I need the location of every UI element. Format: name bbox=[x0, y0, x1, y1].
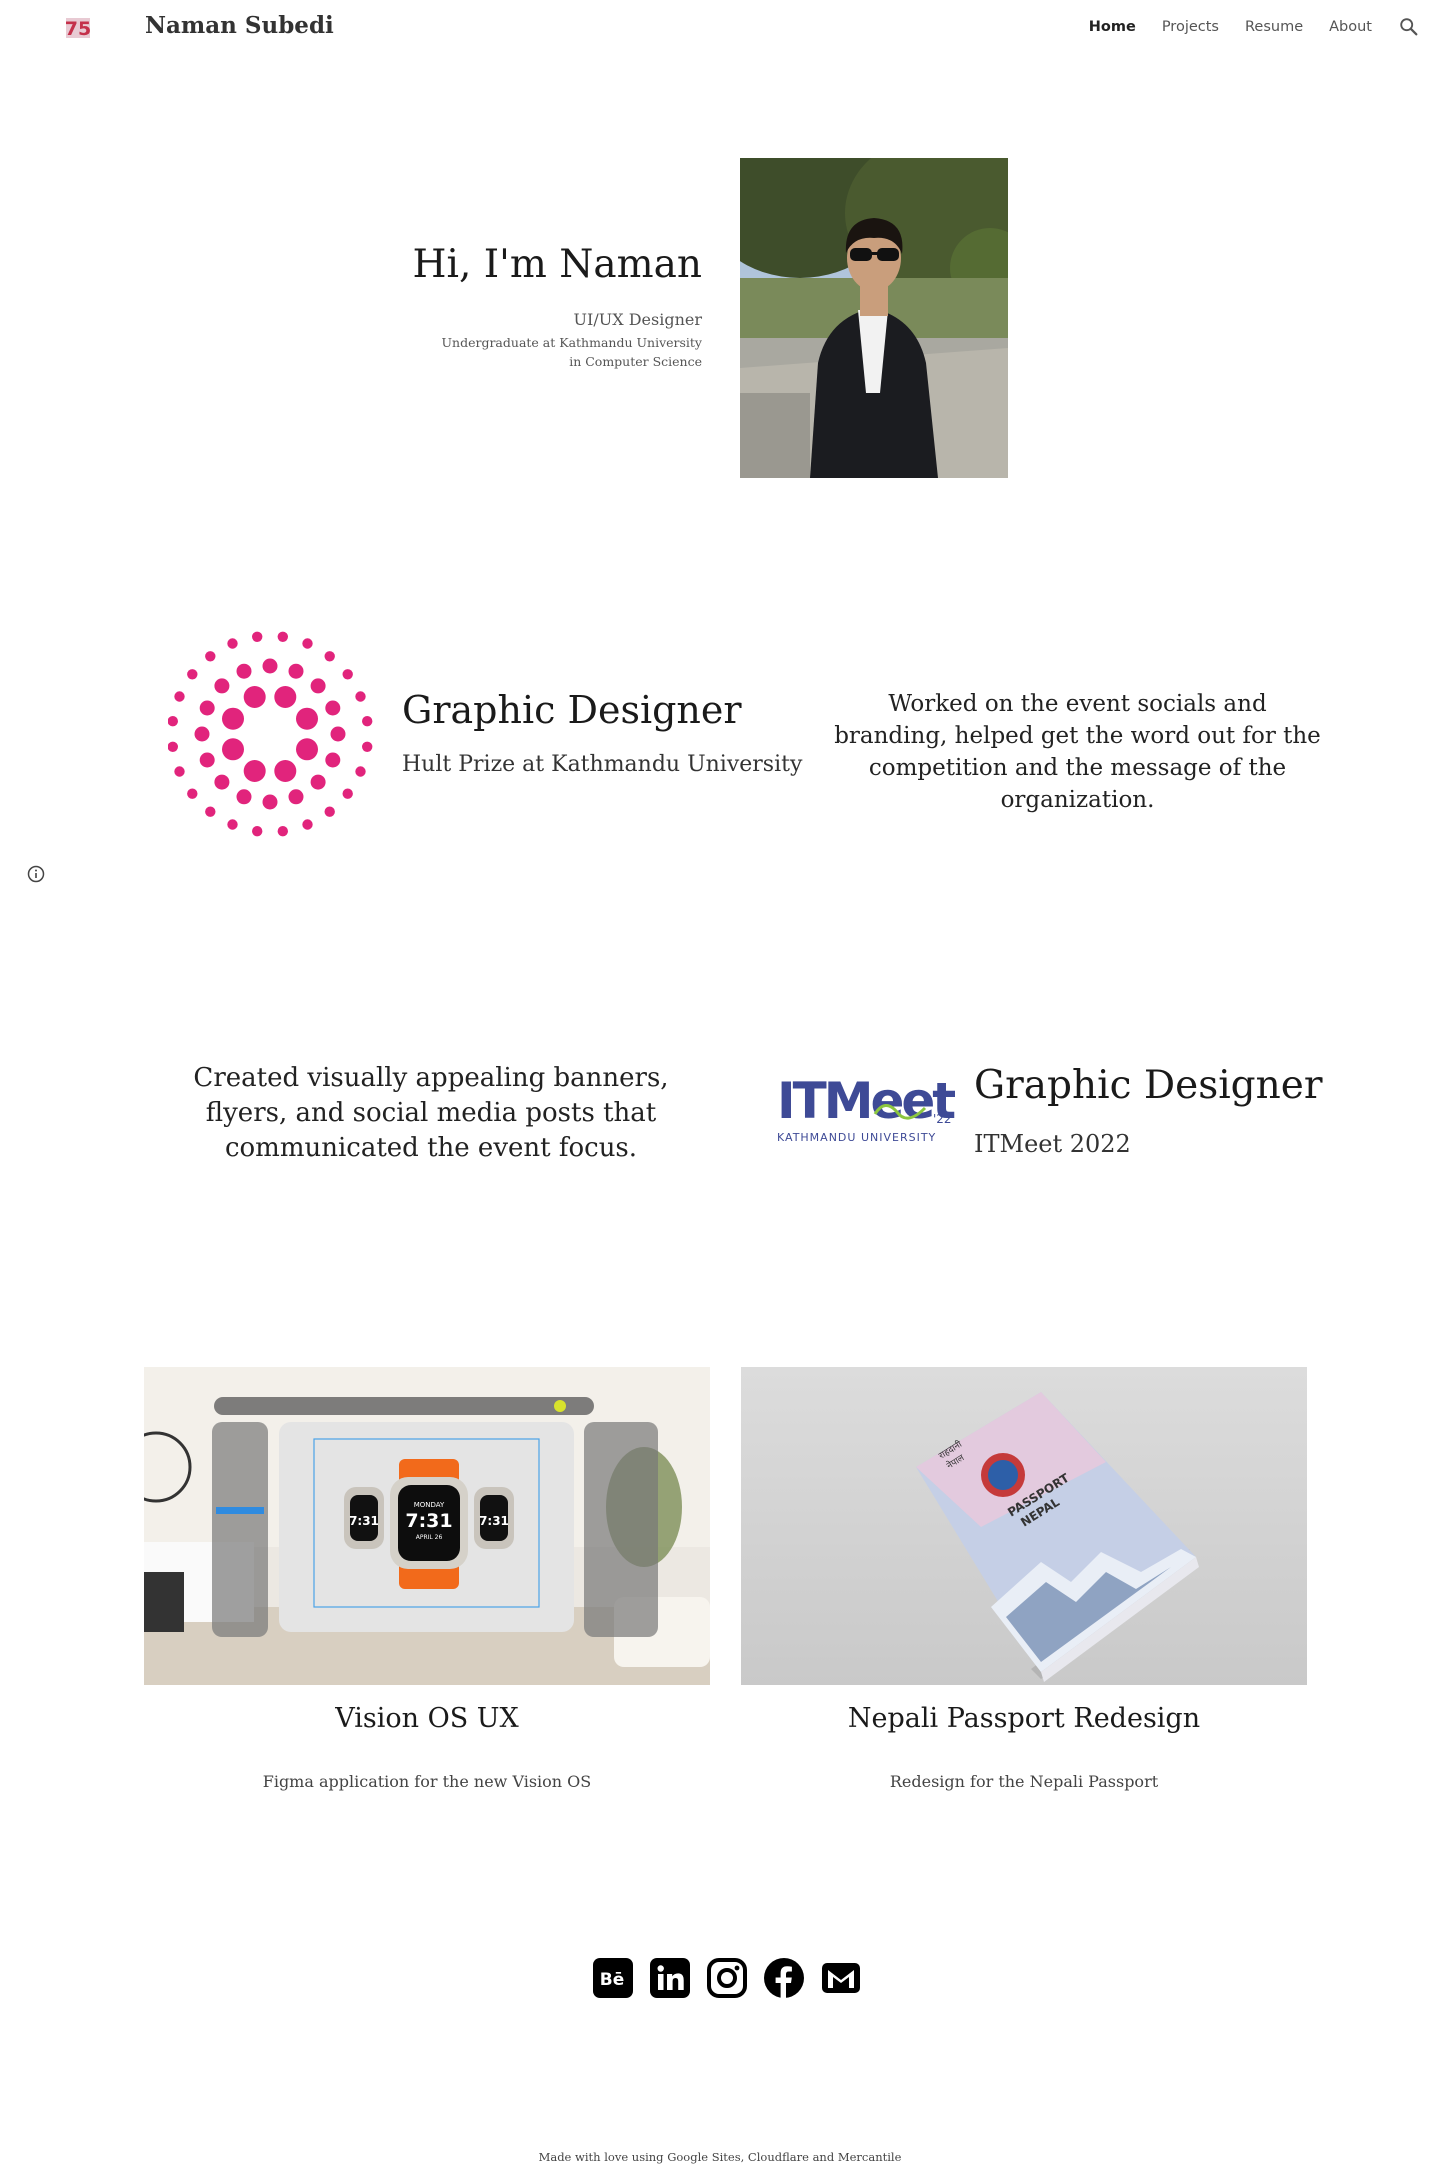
logo-text: 75 bbox=[65, 18, 91, 40]
watch-time-left: 7:31 bbox=[349, 1514, 379, 1528]
project-title-passport[interactable]: Nepali Passport Redesign bbox=[741, 1703, 1307, 1734]
site-header: 75 Naman Subedi Home Projects Resume Abo… bbox=[0, 0, 1440, 56]
project-title-vision-os[interactable]: Vision OS UX bbox=[144, 1703, 710, 1734]
watch-time: 7:31 bbox=[405, 1510, 452, 1532]
hero-subtitle: Undergraduate at Kathmandu University in… bbox=[441, 335, 703, 369]
watch-day: MONDAY bbox=[414, 1501, 445, 1509]
hult-role-title: Graphic Designer bbox=[402, 688, 742, 732]
facebook-icon[interactable] bbox=[763, 1957, 805, 1999]
main-nav: Home Projects Resume About bbox=[1089, 16, 1420, 38]
itmeet-logo-year: '22 bbox=[933, 1112, 952, 1126]
itmeet-logo: ITMeet '22 KATHMANDU UNIVERSITY bbox=[777, 1072, 955, 1144]
itmeet-logo-sub: KATHMANDU UNIVERSITY bbox=[777, 1131, 936, 1144]
watch-date: APRIL 26 bbox=[416, 1534, 443, 1541]
nav-about[interactable]: About bbox=[1329, 19, 1372, 35]
itmeet-description: Created visually appealing banners, flye… bbox=[193, 1063, 669, 1163]
nav-projects[interactable]: Projects bbox=[1162, 19, 1219, 35]
linkedin-icon[interactable] bbox=[649, 1957, 691, 1999]
project-desc-vision-os: Figma application for the new Vision OS bbox=[262, 1772, 592, 1791]
nav-resume[interactable]: Resume bbox=[1245, 19, 1303, 35]
hult-prize-logo bbox=[168, 631, 373, 837]
search-icon[interactable] bbox=[1398, 16, 1420, 38]
project-desc-passport: Redesign for the Nepali Passport bbox=[889, 1772, 1159, 1791]
svg-text:Bē: Bē bbox=[600, 1970, 625, 1990]
site-title[interactable]: Naman Subedi bbox=[145, 12, 334, 39]
passport-image[interactable]: PASSPORT NEPAL राहदानी नेपाल bbox=[741, 1367, 1307, 1685]
gmail-icon[interactable] bbox=[820, 1957, 862, 1999]
site-logo[interactable]: 75 bbox=[60, 14, 96, 42]
site-footer: Made with love using Google Sites, Cloud… bbox=[538, 2150, 902, 2164]
portrait-photo bbox=[740, 158, 1008, 478]
nav-home[interactable]: Home bbox=[1089, 19, 1136, 35]
itmeet-org: ITMeet 2022 bbox=[974, 1130, 1131, 1158]
itmeet-role-title: Graphic Designer bbox=[974, 1063, 1323, 1108]
hult-description: Worked on the event socials and branding… bbox=[834, 691, 1321, 813]
itmeet-logo-main: ITMeet bbox=[777, 1072, 955, 1130]
behance-icon[interactable]: Bē bbox=[592, 1957, 634, 1999]
watch-time-right: 7:31 bbox=[479, 1514, 509, 1528]
vision-os-image[interactable]: MONDAY 7:31 APRIL 26 7:31 7:31 bbox=[144, 1367, 710, 1685]
info-icon[interactable] bbox=[26, 864, 46, 884]
hero-title: Hi, I'm Naman bbox=[412, 242, 702, 287]
hero-role: UI/UX Designer bbox=[573, 310, 702, 329]
social-links: Bē bbox=[592, 1957, 862, 1999]
hult-org: Hult Prize at Kathmandu University bbox=[402, 752, 803, 777]
instagram-icon[interactable] bbox=[706, 1957, 748, 1999]
